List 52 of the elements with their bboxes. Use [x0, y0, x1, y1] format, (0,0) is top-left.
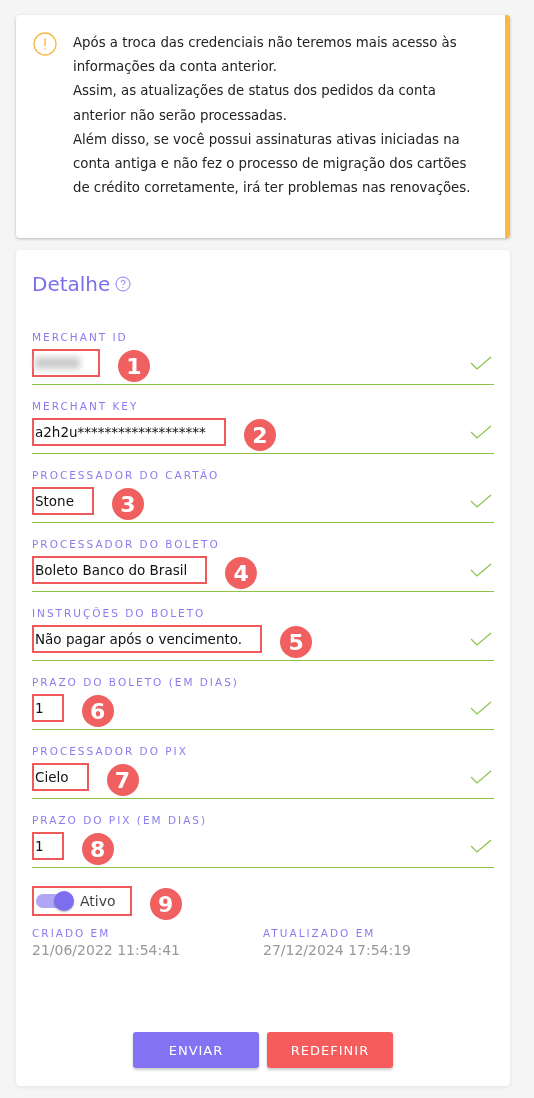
check-icon — [470, 701, 492, 715]
field-value: 1 — [35, 700, 44, 716]
check-icon — [470, 839, 492, 853]
input-field[interactable]: 1 6 — [32, 689, 494, 730]
annotation-badge: 4 — [225, 557, 258, 589]
field-value: 1 — [35, 838, 44, 854]
warning-icon — [33, 32, 57, 56]
annotation-badge: 7 — [106, 764, 139, 796]
meta-label: CRIADO EM — [32, 926, 112, 940]
field-value: Cielo — [35, 769, 69, 785]
field-label: PROCESSADOR DO PIX — [32, 744, 189, 758]
input-field[interactable]: Não pagar após o vencimento. 5 — [32, 620, 494, 661]
field-label: MERCHANT ID — [32, 330, 129, 344]
field-label: MERCHANT KEY — [32, 399, 140, 413]
alert-message: Assim, as atualizações de status dos pedidos da conta anterior não serão processadas. — [73, 82, 437, 125]
annotation-badge: 5 — [280, 626, 313, 658]
annotation-badge: 9 — [149, 888, 182, 920]
check-icon — [470, 356, 492, 370]
annotation-badge: 3 — [112, 488, 144, 520]
field-value: Não pagar após o vencimento. — [35, 631, 243, 647]
annotation-badge: 1 — [118, 350, 150, 382]
annotation-badge: 8 — [81, 833, 114, 865]
annotation-badge: 2 — [243, 419, 276, 451]
check-icon — [470, 770, 492, 784]
check-icon — [470, 632, 492, 646]
section-title: Detalhe — [32, 272, 111, 296]
check-icon — [470, 425, 492, 439]
check-icon — [470, 563, 492, 577]
check-icon — [470, 494, 492, 508]
input-field[interactable]: Stone 3 — [32, 482, 494, 523]
help-icon[interactable] — [115, 276, 132, 292]
input-field[interactable]: a2h2u******************* 2 — [32, 413, 494, 454]
field-value: Stone — [35, 493, 74, 509]
meta-label: ATUALIZADO EM — [263, 926, 377, 940]
toggle-switch[interactable] — [36, 894, 72, 908]
submit-button[interactable]: ENVIAR — [133, 1032, 259, 1068]
input-field[interactable]: 1 8 — [32, 827, 494, 868]
field-label: PROCESSADOR DO BOLETO — [32, 537, 221, 551]
toggle-label: Ativo — [80, 893, 116, 909]
field-label: PRAZO DO BOLETO (EM DIAS) — [32, 675, 240, 689]
meta-value: 27/12/2024 17:54:19 — [263, 942, 413, 958]
input-field[interactable]: Boleto Banco do Brasil 4 — [32, 551, 494, 592]
field-value: a2h2u******************* — [35, 424, 206, 440]
annotation-badge: 6 — [81, 695, 114, 727]
field-label: PROCESSADOR DO CARTÃO — [32, 468, 221, 482]
field-label: INSTRUÇÕES DO BOLETO — [32, 606, 207, 620]
meta-value: 21/06/2022 11:54:41 — [32, 942, 182, 958]
field-label: PRAZO DO PIX (EM DIAS) — [32, 813, 209, 827]
alert-message: Após a troca das credenciais não teremos mais acesso às informações da conta anterior. — [73, 34, 458, 77]
input-field[interactable]: Cielo 7 — [32, 758, 494, 799]
field-value: Boleto Banco do Brasil — [35, 562, 188, 578]
alert-message: Além disso, se você possui assinaturas ativas iniciadas na conta antiga e não fez o processo de migração dos cartões de crédito corretamente, irá ter problemas nas renovações. — [73, 130, 472, 198]
